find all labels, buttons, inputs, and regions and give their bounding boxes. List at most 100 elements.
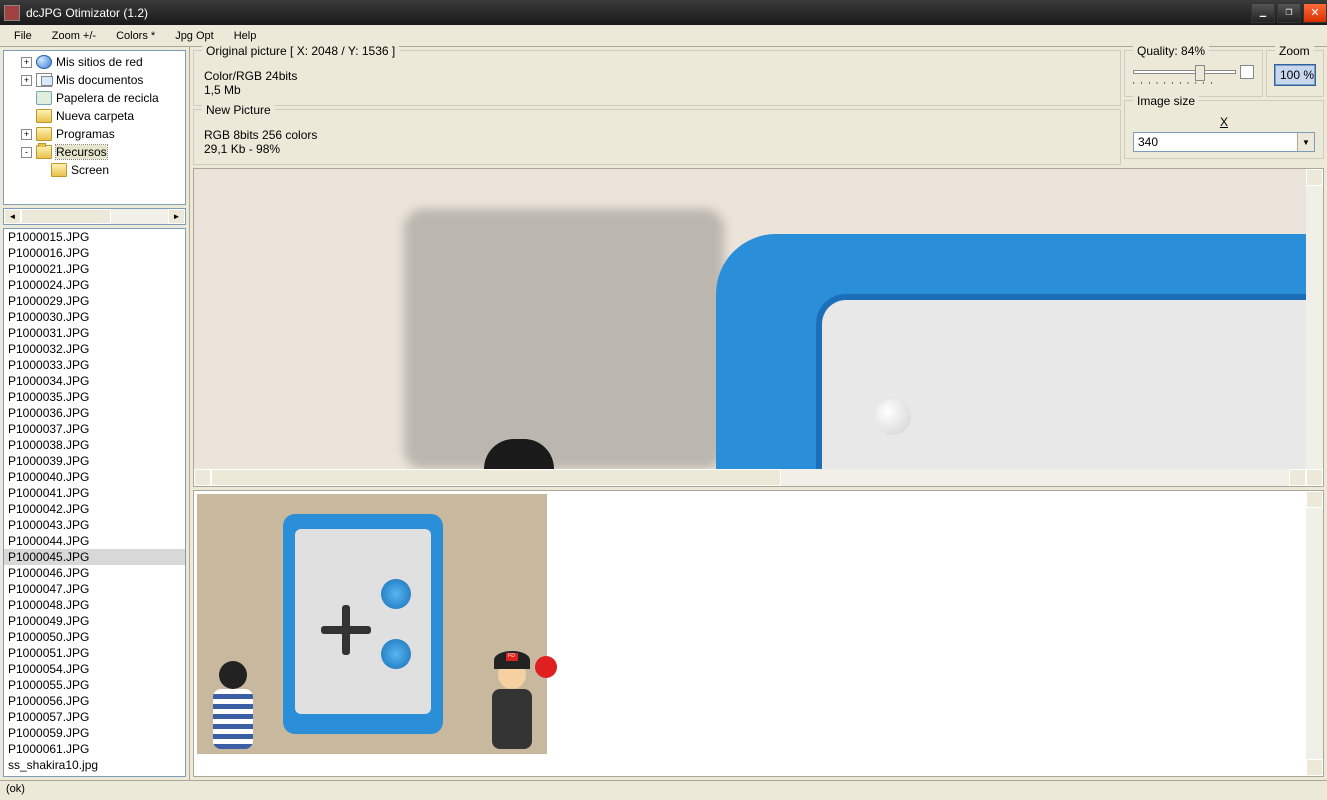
close-button[interactable]: ✕ [1303, 3, 1327, 23]
preview-hscrollbar[interactable] [194, 469, 1306, 486]
menu-colors[interactable]: Colors * [106, 28, 165, 44]
tree-item[interactable]: - Recursos [6, 143, 183, 161]
zoom-input[interactable] [1276, 68, 1327, 82]
file-item[interactable]: P1000036.JPG [4, 405, 185, 421]
docs-icon [36, 73, 52, 87]
slider-ticks: ' ' ' ' ' ' ' ' ' ' ' [1133, 81, 1254, 90]
file-item[interactable]: P1000041.JPG [4, 485, 185, 501]
zoom-select[interactable]: ▼ [1275, 65, 1315, 85]
tree-item[interactable]: +Mis sitios de red [6, 53, 183, 71]
preview-vscrollbar[interactable] [1306, 491, 1323, 776]
file-item[interactable]: P1000048.JPG [4, 597, 185, 613]
file-item[interactable]: ss_shakira10.jpg [4, 757, 185, 773]
menu-help[interactable]: Help [224, 28, 267, 44]
scroll-right-button[interactable]: ► [168, 209, 185, 224]
width-select[interactable]: ▼ [1133, 132, 1315, 152]
file-item[interactable]: P1000030.JPG [4, 309, 185, 325]
left-panel: +Mis sitios de red+Mis documentos Papeler… [0, 47, 190, 780]
file-item[interactable]: P1000040.JPG [4, 469, 185, 485]
file-item[interactable]: P1000038.JPG [4, 437, 185, 453]
newpic-color-info: RGB 8bits 256 colors [204, 128, 1110, 142]
file-item[interactable]: P1000035.JPG [4, 389, 185, 405]
file-item[interactable]: P1000061.JPG [4, 741, 185, 757]
menubar: File Zoom +/- Colors * Jpg Opt Help [0, 25, 1327, 47]
tree-item[interactable]: +Mis documentos [6, 71, 183, 89]
folder-tree[interactable]: +Mis sitios de red+Mis documentos Papeler… [3, 50, 186, 205]
file-item[interactable]: P1000049.JPG [4, 613, 185, 629]
status-bar: (ok) [0, 780, 1327, 800]
new-preview-pane[interactable]: FD [193, 490, 1324, 777]
tree-item-label: Papelera de recicla [56, 91, 159, 105]
folder-icon [36, 109, 52, 123]
status-text: (ok) [6, 783, 25, 795]
file-item[interactable]: P1000029.JPG [4, 293, 185, 309]
menu-zoom[interactable]: Zoom +/- [42, 28, 106, 44]
file-item[interactable]: P1000021.JPG [4, 261, 185, 277]
file-item[interactable]: P1000015.JPG [4, 229, 185, 245]
quality-checkbox[interactable] [1240, 65, 1254, 79]
tree-hscrollbar[interactable]: ◄ ► [3, 208, 186, 225]
file-item[interactable]: P1000043.JPG [4, 517, 185, 533]
file-item[interactable]: P1000047.JPG [4, 581, 185, 597]
file-item[interactable]: P1000054.JPG [4, 661, 185, 677]
scroll-left-button[interactable] [194, 469, 211, 486]
newpic-legend: New Picture [202, 103, 275, 117]
zoom-legend: Zoom [1275, 44, 1314, 58]
file-item[interactable]: P1000024.JPG [4, 277, 185, 293]
tree-item[interactable]: Screen [6, 161, 183, 179]
scroll-left-button[interactable]: ◄ [4, 209, 21, 224]
tree-item-label: Recursos [56, 145, 107, 159]
original-image [194, 169, 1306, 469]
scroll-right-button[interactable] [1289, 469, 1306, 486]
scroll-down-button[interactable] [1306, 759, 1323, 776]
file-item[interactable]: P1000034.JPG [4, 373, 185, 389]
scroll-down-button[interactable] [1306, 469, 1323, 486]
quality-legend: Quality: 84% [1133, 44, 1209, 58]
original-color-info: Color/RGB 24bits [204, 69, 1110, 83]
dropdown-icon[interactable]: ▼ [1297, 133, 1314, 151]
file-item[interactable]: P1000044.JPG [4, 533, 185, 549]
file-item[interactable]: P1000057.JPG [4, 709, 185, 725]
tree-item[interactable]: + Programas [6, 125, 183, 143]
quality-slider[interactable] [1133, 70, 1236, 74]
right-panel: Original picture [ X: 2048 / Y: 1536 ] C… [190, 47, 1327, 780]
hscroll-thumb[interactable] [211, 469, 781, 486]
net-icon [36, 55, 52, 69]
file-item[interactable]: P1000033.JPG [4, 357, 185, 373]
original-preview-pane[interactable] [193, 168, 1324, 487]
maximize-button[interactable]: ❐ [1277, 3, 1301, 23]
file-item[interactable]: P1000032.JPG [4, 341, 185, 357]
newpic-size-info: 29,1 Kb - 98% [204, 142, 1110, 156]
tree-expander-icon[interactable]: + [21, 129, 32, 140]
tree-item[interactable]: Papelera de recicla [6, 89, 183, 107]
file-item[interactable]: P1000037.JPG [4, 421, 185, 437]
file-list[interactable]: P1000015.JPGP1000016.JPGP1000021.JPGP100… [3, 228, 186, 777]
file-item[interactable]: P1000031.JPG [4, 325, 185, 341]
minimize-button[interactable]: ▁ [1251, 3, 1275, 23]
tree-item-label: Programas [56, 127, 115, 141]
file-item[interactable]: P1000016.JPG [4, 245, 185, 261]
file-item[interactable]: P1000045.JPG [4, 549, 185, 565]
tree-expander-icon[interactable]: - [21, 147, 32, 158]
tree-item[interactable]: Nueva carpeta [6, 107, 183, 125]
hscroll-thumb[interactable] [21, 209, 111, 224]
folder-icon [51, 163, 67, 177]
menu-jpgopt[interactable]: Jpg Opt [165, 28, 224, 44]
tree-expander-icon[interactable]: + [21, 75, 32, 86]
original-legend: Original picture [ X: 2048 / Y: 1536 ] [202, 44, 399, 58]
original-size-info: 1,5 Mb [204, 83, 1110, 97]
tree-expander-icon[interactable]: + [21, 57, 32, 68]
file-item[interactable]: P1000042.JPG [4, 501, 185, 517]
file-item[interactable]: P1000039.JPG [4, 453, 185, 469]
scroll-up-button[interactable] [1306, 491, 1323, 508]
file-item[interactable]: P1000056.JPG [4, 693, 185, 709]
file-item[interactable]: P1000051.JPG [4, 645, 185, 661]
file-item[interactable]: P1000055.JPG [4, 677, 185, 693]
file-item[interactable]: P1000059.JPG [4, 725, 185, 741]
width-input[interactable] [1134, 135, 1297, 149]
file-item[interactable]: P1000050.JPG [4, 629, 185, 645]
preview-vscrollbar[interactable] [1306, 169, 1323, 486]
file-item[interactable]: P1000046.JPG [4, 565, 185, 581]
scroll-up-button[interactable] [1306, 169, 1323, 186]
menu-file[interactable]: File [4, 28, 42, 44]
